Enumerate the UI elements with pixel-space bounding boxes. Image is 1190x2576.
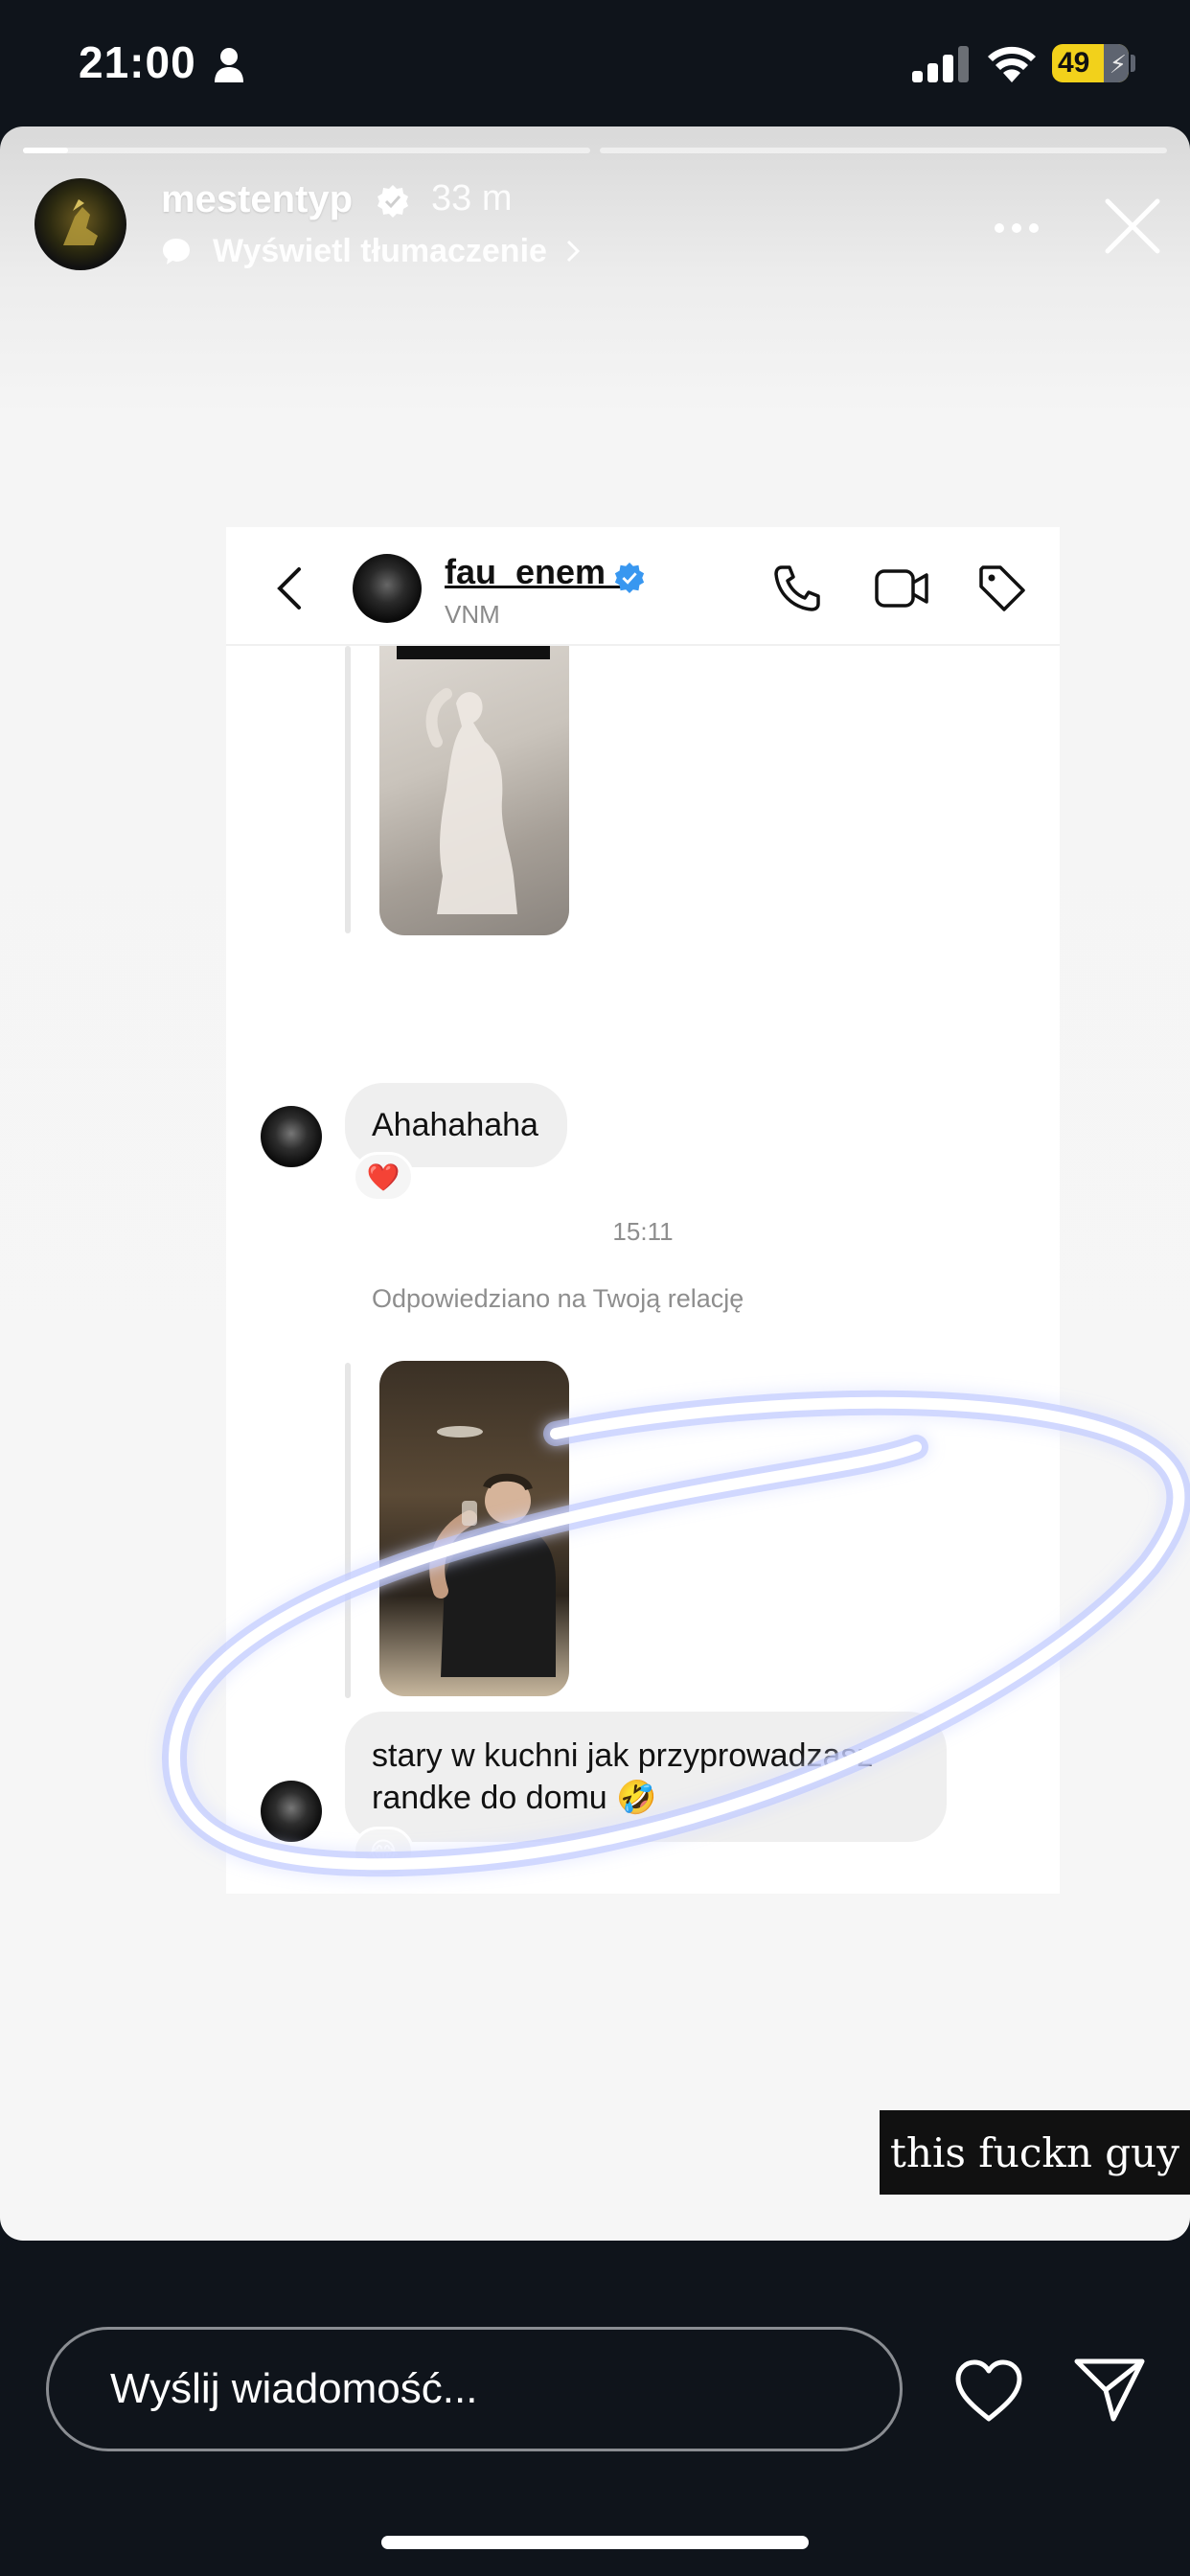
- verified-icon: [614, 562, 645, 594]
- more-icon[interactable]: [993, 218, 1041, 238]
- message-input[interactable]: Wyślij wiadomość...: [46, 2327, 903, 2451]
- statue-image: [425, 688, 517, 914]
- heart-icon[interactable]: [954, 2359, 1023, 2423]
- phone-icon: [774, 565, 820, 611]
- message-input-placeholder: Wyślij wiadomość...: [110, 2365, 478, 2412]
- reaction-emoji: 😂: [367, 1836, 400, 1867]
- verified-icon: [378, 185, 408, 218]
- replied-to-story-label: Odpowiedziano na Twoją relację: [372, 1284, 744, 1313]
- status-bar: 21:00 49 ⚡: [0, 0, 1190, 125]
- sender-avatar: [261, 1106, 322, 1167]
- message-reaction: ❤️: [353, 1152, 414, 1202]
- translate-button[interactable]: Wyświetl tłumaczenie: [161, 228, 582, 274]
- close-icon[interactable]: [1102, 196, 1163, 257]
- story-author-avatar[interactable]: [34, 178, 126, 270]
- signal-icon: [912, 46, 969, 82]
- avatar-image: [63, 199, 98, 245]
- video-icon: [875, 569, 928, 608]
- chat-timestamp: 15:11: [612, 1217, 674, 1246]
- translate-label: Wyświetl tłumaczenie: [213, 232, 547, 269]
- reply-line: [345, 1363, 351, 1698]
- dm-screenshot: fau_enem_ VNM Ahahahaha ❤️ 15:11 Odpowie…: [226, 527, 1060, 1894]
- story-caption: this fuckn guy: [880, 2110, 1190, 2195]
- wifi-icon: [988, 46, 1036, 82]
- story-progress-bar-2: [600, 148, 1167, 153]
- chevron-right-icon: [566, 240, 581, 263]
- sender-avatar: [261, 1781, 322, 1842]
- replied-story-thumbnail: [379, 646, 569, 935]
- person-photo: [429, 1426, 556, 1677]
- dm-contact-avatar: [353, 554, 422, 623]
- message-text: stary w kuchni jak przyprowadzasz randke…: [372, 1737, 874, 1816]
- charging-icon: ⚡: [1109, 50, 1127, 79]
- home-indicator[interactable]: [381, 2536, 809, 2549]
- story-progress-fill: [23, 148, 69, 153]
- story-time-ago: 33 m: [431, 178, 513, 218]
- dm-contact-subtitle: VNM: [445, 600, 500, 629]
- send-icon[interactable]: [1073, 2356, 1146, 2423]
- thumbnail-text-bar: [397, 646, 550, 659]
- message-text: Ahahahaha: [372, 1107, 538, 1143]
- story-progress-bar-1: [23, 148, 590, 153]
- tag-icon: [979, 565, 1025, 611]
- replied-story-thumbnail: [379, 1361, 569, 1696]
- reaction-emoji: ❤️: [366, 1162, 400, 1192]
- translate-icon: [163, 239, 190, 264]
- message-reaction: 😂: [353, 1827, 414, 1876]
- message-bubble: stary w kuchni jak przyprowadzasz randke…: [345, 1712, 947, 1842]
- status-time: 21:00: [79, 37, 196, 87]
- dm-contact-username: fau_enem_: [445, 552, 626, 591]
- story-author-username[interactable]: mestentyp: [161, 178, 353, 221]
- battery-tip: [1131, 55, 1135, 72]
- dm-header: fau_enem_ VNM: [226, 527, 1060, 646]
- reply-line: [345, 646, 351, 933]
- back-icon: [277, 567, 301, 610]
- battery-level: 49: [1058, 47, 1090, 79]
- story-card[interactable]: mestentyp 33 m Wyświetl tłumaczenie fau_…: [0, 126, 1190, 2241]
- person-icon: [215, 48, 243, 82]
- battery-indicator: 49 ⚡: [1052, 44, 1129, 82]
